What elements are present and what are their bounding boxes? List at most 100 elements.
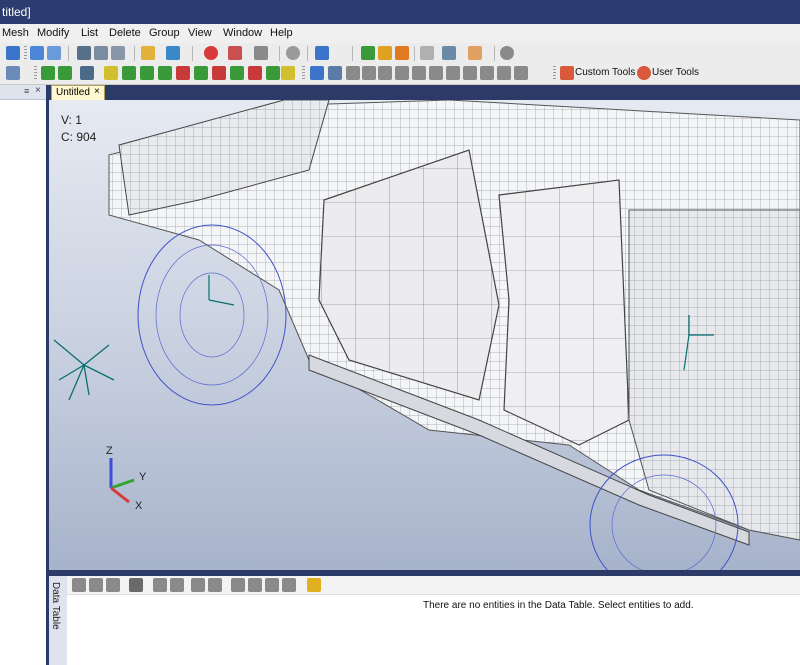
view-11-icon[interactable]	[480, 66, 494, 80]
palette-icon[interactable]	[166, 46, 180, 60]
menu-modify[interactable]: Modify	[37, 27, 69, 39]
dt-icon-3[interactable]	[106, 578, 120, 592]
custom-tools-button[interactable]: Custom Tools	[575, 67, 635, 78]
tool-7-icon[interactable]	[212, 66, 226, 80]
tool-1-icon[interactable]	[104, 66, 118, 80]
stop-icon[interactable]	[204, 46, 218, 60]
toolbar-grip[interactable]	[34, 66, 37, 81]
tab-strip: Untitled ×	[49, 85, 800, 101]
view-icon[interactable]	[315, 46, 329, 60]
component-count-label: C: 904	[61, 130, 97, 144]
pencil-icon[interactable]	[378, 46, 392, 60]
dt-icon-6[interactable]	[170, 578, 184, 592]
refresh-icon[interactable]	[286, 46, 300, 60]
view-7-icon[interactable]	[412, 66, 426, 80]
view-9-icon[interactable]	[446, 66, 460, 80]
custom-tools-icon[interactable]	[560, 66, 574, 80]
filter-icon[interactable]	[231, 578, 245, 592]
display-icon[interactable]	[6, 66, 20, 80]
menu-view[interactable]: View	[188, 27, 212, 39]
bookmark-icon[interactable]	[310, 66, 324, 80]
tool-6-icon[interactable]	[194, 66, 208, 80]
filter-2-icon[interactable]	[248, 578, 262, 592]
eraser-icon[interactable]	[395, 46, 409, 60]
view-4-icon[interactable]	[362, 66, 376, 80]
menu-bar: Mesh Modify List Delete Group View Windo…	[0, 24, 800, 44]
toolbar-grip[interactable]	[24, 46, 27, 61]
triad-x-label: X	[135, 500, 143, 512]
element-icon[interactable]	[47, 46, 61, 60]
triad-y-label: Y	[139, 471, 147, 483]
tool-2-icon[interactable]	[122, 66, 136, 80]
view-6-icon[interactable]	[395, 66, 409, 80]
user-tools-button[interactable]: User Tools	[652, 67, 699, 78]
pin-icon[interactable]: ≡	[24, 86, 29, 96]
open-icon[interactable]	[6, 46, 20, 60]
triad-z-label: Z	[106, 445, 113, 457]
tool-3-icon[interactable]	[140, 66, 154, 80]
view-2-icon[interactable]	[328, 66, 342, 80]
menu-window[interactable]: Window	[223, 27, 262, 39]
mesh-2d-icon[interactable]	[58, 66, 72, 80]
close-icon[interactable]: ×	[35, 85, 41, 96]
dt-icon-1[interactable]	[72, 578, 86, 592]
user-tools-icon[interactable]	[637, 66, 651, 80]
menu-list[interactable]: List	[81, 27, 98, 39]
ruler-icon[interactable]	[141, 46, 155, 60]
view-8-icon[interactable]	[429, 66, 443, 80]
data-table-toolbar	[67, 576, 800, 595]
select-icon[interactable]	[228, 46, 242, 60]
filter-4-icon[interactable]	[282, 578, 296, 592]
page-icon[interactable]	[420, 46, 434, 60]
highlight-icon[interactable]	[307, 578, 321, 592]
export-icon[interactable]	[468, 46, 482, 60]
tab-label: Untitled	[56, 87, 90, 98]
menu-group[interactable]: Group	[149, 27, 180, 39]
dt-icon-2[interactable]	[89, 578, 103, 592]
menu-help[interactable]: Help	[270, 27, 293, 39]
tool-11-icon[interactable]	[281, 66, 295, 80]
toolbar-row-1	[0, 43, 800, 64]
tool-9-icon[interactable]	[248, 66, 262, 80]
table-icon[interactable]	[442, 46, 456, 60]
view-10-icon[interactable]	[463, 66, 477, 80]
model-viewport[interactable]: V: 1 C: 904 Z Y X	[49, 100, 800, 570]
tool-4-icon[interactable]	[158, 66, 172, 80]
tool-8-icon[interactable]	[230, 66, 244, 80]
tab-untitled[interactable]: Untitled ×	[51, 85, 105, 101]
data-table-side-tab[interactable]: Data Table	[49, 576, 68, 665]
node-icon[interactable]	[30, 46, 44, 60]
tab-close-icon[interactable]: ×	[94, 86, 100, 97]
box-icon[interactable]	[111, 46, 125, 60]
dt-icon-4[interactable]	[129, 578, 143, 592]
view-13-icon[interactable]	[514, 66, 528, 80]
data-table-tab-label: Data Table	[50, 582, 61, 630]
view-5-icon[interactable]	[378, 66, 392, 80]
data-table-panel: There are no entities in the Data Table.…	[67, 576, 800, 665]
title-bar: titled]	[0, 0, 800, 24]
left-panel: ≡ ×	[0, 85, 46, 665]
history-icon[interactable]	[500, 46, 514, 60]
left-panel-header: ≡ ×	[0, 85, 46, 100]
cursor-icon[interactable]	[254, 46, 268, 60]
grid-icon[interactable]	[94, 46, 108, 60]
view-count-label: V: 1	[61, 113, 82, 127]
toolbar-grip[interactable]	[553, 66, 556, 81]
toolbar-grip[interactable]	[302, 66, 305, 81]
dt-icon-5[interactable]	[153, 578, 167, 592]
check-icon[interactable]	[361, 46, 375, 60]
filter-3-icon[interactable]	[265, 578, 279, 592]
mesh-icon[interactable]	[41, 66, 55, 80]
dt-icon-7[interactable]	[191, 578, 205, 592]
menu-delete[interactable]: Delete	[109, 27, 141, 39]
view-3-icon[interactable]	[346, 66, 360, 80]
list-icon[interactable]	[77, 46, 91, 60]
vehicle-mesh-model[interactable]	[49, 100, 800, 570]
view-12-icon[interactable]	[497, 66, 511, 80]
tool-10-icon[interactable]	[266, 66, 280, 80]
menu-mesh[interactable]: Mesh	[2, 27, 29, 39]
number-icon[interactable]	[80, 66, 94, 80]
dt-icon-8[interactable]	[208, 578, 222, 592]
window-title: titled]	[2, 5, 31, 19]
tool-5-icon[interactable]	[176, 66, 190, 80]
